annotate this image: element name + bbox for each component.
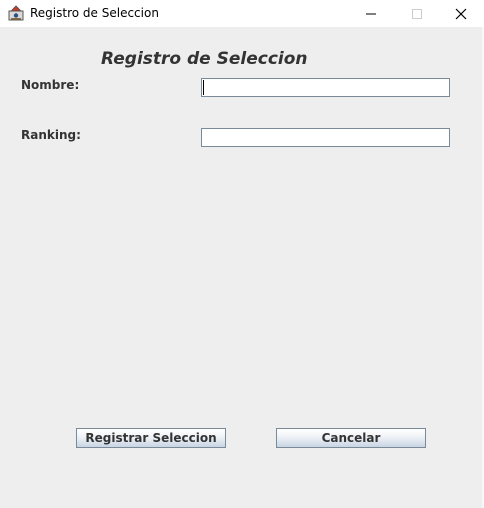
title-bar[interactable]: Registro de Seleccion [0,0,484,27]
cancel-button[interactable]: Cancelar [276,428,426,448]
maximize-icon [412,8,422,19]
app-window: Registro de Seleccion Registro de Selecc… [0,0,484,508]
form-heading: Registro de Seleccion [101,49,308,69]
maximize-button[interactable] [394,0,440,27]
text-cursor [203,80,204,95]
minimize-button[interactable] [348,0,394,27]
nombre-label: Nombre: [21,78,80,92]
java-app-icon [8,5,24,21]
ranking-input[interactable] [201,128,450,147]
minimize-icon [366,13,376,14]
register-button[interactable]: Registrar Seleccion [76,428,226,448]
nombre-input[interactable] [201,78,450,97]
window-title: Registro de Seleccion [30,6,159,20]
close-icon [455,8,467,19]
close-button[interactable] [438,0,484,27]
ranking-label: Ranking: [21,128,81,142]
